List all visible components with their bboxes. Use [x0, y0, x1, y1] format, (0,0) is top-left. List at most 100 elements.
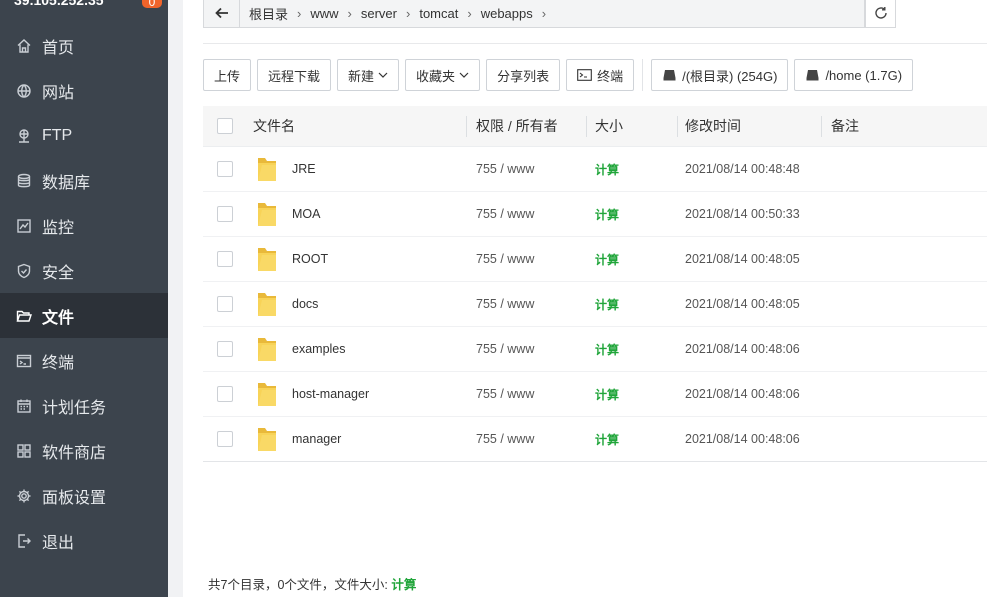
- chevron-right-icon: ›: [541, 5, 547, 21]
- sidebar-item-files[interactable]: 文件: [0, 293, 168, 338]
- table-row[interactable]: MOA 755 / www 计算 2021/08/14 00:50:33: [203, 192, 987, 237]
- header-label: 大小: [595, 118, 623, 134]
- table-header: 文件名 权限 / 所有者 大小 修改时间 备注: [203, 106, 987, 147]
- sidebar-item-logout[interactable]: 退出: [0, 518, 168, 563]
- breadcrumb-item[interactable]: 根目录: [240, 4, 297, 23]
- arrow-left-icon: [214, 7, 228, 19]
- table-row[interactable]: ROOT 755 / www 计算 2021/08/14 00:48:05: [203, 237, 987, 282]
- calc-size-link[interactable]: 计算: [595, 343, 619, 357]
- table-row[interactable]: examples 755 / www 计算 2021/08/14 00:48:0…: [203, 327, 987, 372]
- calc-size-link[interactable]: 计算: [595, 208, 619, 222]
- upload-button[interactable]: 上传: [203, 59, 252, 91]
- calc-size-link[interactable]: 计算: [595, 163, 619, 177]
- mtime-cell: 2021/08/14 00:48:06: [685, 432, 800, 446]
- sidebar-item-home[interactable]: 首页: [0, 23, 168, 68]
- column-header-mtime[interactable]: 修改时间: [677, 106, 821, 147]
- size-cell: 计算: [586, 386, 677, 403]
- table-row[interactable]: JRE 755 / www 计算 2021/08/14 00:48:48: [203, 147, 987, 192]
- file-name-link[interactable]: host-manager: [292, 387, 369, 401]
- name-cell: examples: [253, 334, 466, 364]
- apps-icon: [17, 443, 31, 458]
- file-name-link[interactable]: docs: [292, 297, 318, 311]
- disk-home-button[interactable]: /home (1.7G): [794, 59, 914, 91]
- sidebar-item-terminal[interactable]: 终端: [0, 338, 168, 383]
- row-checkbox[interactable]: [217, 296, 233, 312]
- row-checkbox[interactable]: [217, 206, 233, 222]
- row-checkbox[interactable]: [217, 386, 233, 402]
- calc-size-link[interactable]: 计算: [595, 433, 619, 447]
- refresh-button[interactable]: [865, 0, 896, 28]
- database-icon: [17, 173, 31, 187]
- back-button[interactable]: [204, 0, 240, 27]
- column-header-name[interactable]: 文件名: [253, 106, 466, 147]
- select-all-checkbox[interactable]: [217, 118, 233, 134]
- sidebar-item-ftp[interactable]: FTP: [0, 113, 168, 158]
- row-checkbox[interactable]: [217, 431, 233, 447]
- terminal-button[interactable]: 终端: [566, 59, 635, 91]
- terminal-button-label: 终端: [597, 68, 624, 84]
- calc-size-link[interactable]: 计算: [595, 298, 619, 312]
- row-select-cell: [203, 296, 253, 312]
- chevron-down-icon: [459, 72, 469, 78]
- sidebar-item-settings[interactable]: 面板设置: [0, 473, 168, 518]
- breadcrumb-item[interactable]: www: [301, 6, 347, 21]
- file-name-link[interactable]: JRE: [292, 162, 316, 176]
- ftp-icon: [19, 128, 29, 143]
- toolbar-divider: [642, 59, 644, 91]
- name-cell: docs: [253, 289, 466, 319]
- sidebar-item-label: 文件: [42, 309, 75, 327]
- select-all-cell: [203, 106, 253, 147]
- perm-cell[interactable]: 755 / www: [466, 162, 586, 176]
- table-row[interactable]: docs 755 / www 计算 2021/08/14 00:48:05: [203, 282, 987, 327]
- file-name-link[interactable]: manager: [292, 432, 341, 446]
- table-row[interactable]: manager 755 / www 计算 2021/08/14 00:48:06: [203, 417, 987, 462]
- table-row[interactable]: host-manager 755 / www 计算 2021/08/14 00:…: [203, 372, 987, 417]
- new-button[interactable]: 新建: [337, 59, 400, 91]
- favorites-button[interactable]: 收藏夹: [405, 59, 481, 91]
- column-header-perm[interactable]: 权限 / 所有者: [466, 106, 586, 147]
- remote-download-button[interactable]: 远程下载: [257, 59, 332, 91]
- row-checkbox[interactable]: [217, 341, 233, 357]
- breadcrumb: 根目录 › www › server › tomcat › webapps ›: [240, 4, 546, 23]
- sidebar-item-website[interactable]: 网站: [0, 68, 168, 113]
- size-cell: 计算: [586, 431, 677, 448]
- file-name-link[interactable]: MOA: [292, 207, 320, 221]
- folder-icon: [258, 338, 276, 361]
- perm-cell[interactable]: 755 / www: [466, 432, 586, 446]
- calc-size-link[interactable]: 计算: [595, 388, 619, 402]
- perm-cell[interactable]: 755 / www: [466, 387, 586, 401]
- table-body: JRE 755 / www 计算 2021/08/14 00:48:48 MOA…: [203, 147, 987, 462]
- calc-size-link[interactable]: 计算: [595, 253, 619, 267]
- path-bar[interactable]: 根目录 › www › server › tomcat › webapps ›: [203, 0, 896, 28]
- disk-root-button[interactable]: /(根目录) (254G): [651, 59, 789, 91]
- refresh-icon: [874, 7, 887, 19]
- sidebar-item-database[interactable]: 数据库: [0, 158, 168, 203]
- sidebar-item-cron[interactable]: 计划任务: [0, 383, 168, 428]
- perm-cell[interactable]: 755 / www: [466, 252, 586, 266]
- column-header-size[interactable]: 大小: [586, 106, 677, 147]
- breadcrumb-item[interactable]: tomcat: [410, 6, 467, 21]
- perm-cell[interactable]: 755 / www: [466, 342, 586, 356]
- perm-cell[interactable]: 755 / www: [466, 207, 586, 221]
- name-cell: manager: [253, 424, 466, 454]
- folder-icon: [258, 428, 276, 451]
- row-checkbox[interactable]: [217, 161, 233, 177]
- share-list-button[interactable]: 分享列表: [486, 59, 561, 91]
- file-name-link[interactable]: examples: [292, 342, 346, 356]
- notification-badge[interactable]: 0: [142, 0, 162, 9]
- file-name-link[interactable]: ROOT: [292, 252, 328, 266]
- size-cell: 计算: [586, 341, 677, 358]
- monitor-icon: [17, 218, 31, 233]
- sidebar-item-security[interactable]: 安全: [0, 248, 168, 293]
- mtime-cell: 2021/08/14 00:50:33: [685, 207, 800, 221]
- sidebar-item-app-store[interactable]: 软件商店: [0, 428, 168, 473]
- row-checkbox[interactable]: [217, 251, 233, 267]
- breadcrumb-item[interactable]: server: [352, 6, 406, 21]
- calc-total-size-link[interactable]: 计算: [391, 578, 416, 592]
- breadcrumb-item[interactable]: webapps: [472, 6, 542, 21]
- perm-cell[interactable]: 755 / www: [466, 297, 586, 311]
- sidebar-item-monitor[interactable]: 监控: [0, 203, 168, 248]
- folder-icon: [258, 293, 276, 316]
- server-ip: 39.105.252.35: [14, 0, 104, 8]
- sidebar-item-label: 退出: [42, 534, 75, 552]
